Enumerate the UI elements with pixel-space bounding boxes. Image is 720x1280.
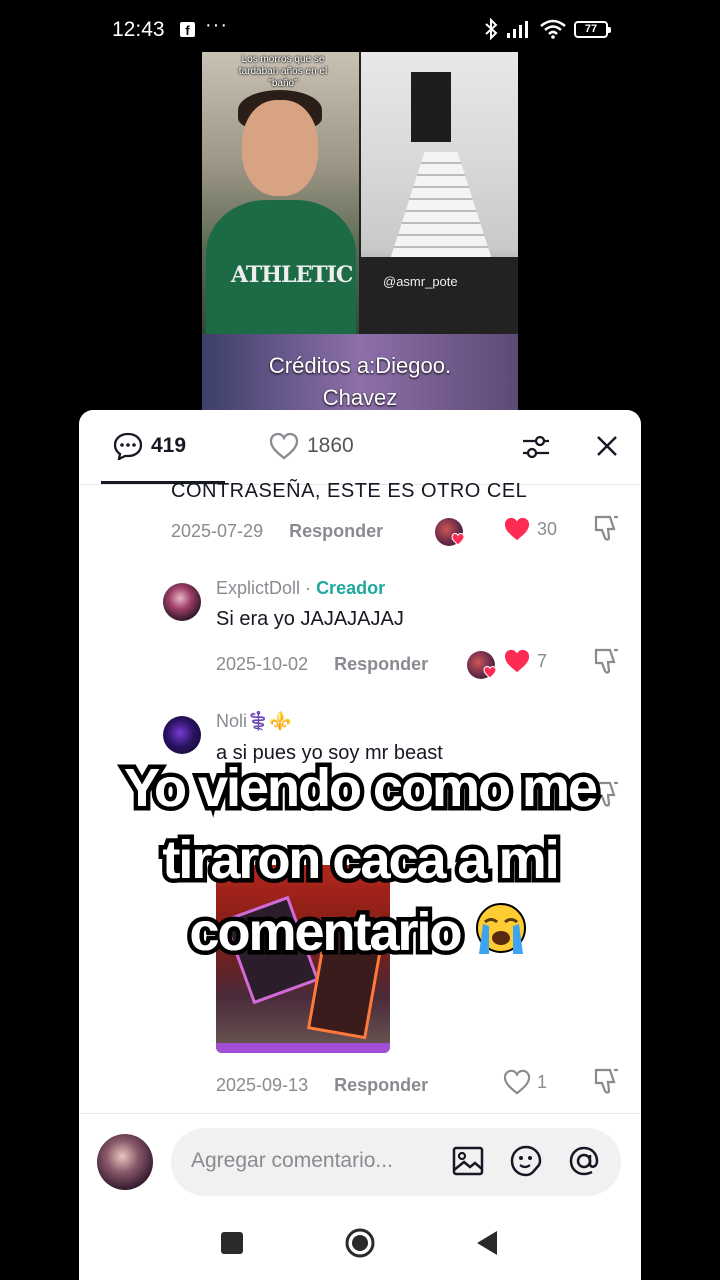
comment-text: CONTRASEÑA, ESTE ES OTRO CEL (171, 480, 528, 502)
recent-apps-icon[interactable] (220, 1231, 244, 1255)
like-button[interactable]: 7 (503, 648, 547, 674)
comment-date: 2025-09-13 (216, 1075, 309, 1095)
dislike-icon[interactable] (593, 647, 621, 675)
bluetooth-icon (485, 18, 498, 40)
my-avatar (97, 1134, 153, 1190)
comment-author[interactable]: Noli⚕️⚜️ (216, 711, 292, 732)
comment-meta: 2025-10-02 Responder (216, 654, 428, 675)
signal-icon (507, 21, 528, 38)
stairs-image (386, 152, 496, 272)
comment-count: 419 (151, 434, 187, 457)
person-shirt: ATHLETIC (206, 200, 356, 334)
sticker-icon[interactable] (509, 1144, 543, 1178)
caption-text: Yo viendo como me tiraron caca a mi come… (0, 752, 720, 968)
back-icon[interactable] (475, 1229, 499, 1257)
video-watermark: @asmr_pote (383, 274, 458, 289)
door-image (411, 72, 451, 142)
comment-input[interactable]: Agregar comentario... (171, 1128, 621, 1196)
heart-outline-icon (503, 1069, 531, 1095)
heart-outline-icon (269, 432, 299, 460)
comment-author[interactable]: ExplictDoll · Creador (216, 578, 385, 599)
more-notifications-icon: ··· (205, 14, 228, 36)
comment-like-count: 7 (537, 650, 548, 671)
tab-likes[interactable]: 1860 (269, 432, 354, 460)
comment-date: 2025-07-29 (171, 521, 264, 541)
video-overlay-text: Los morros que se tardaban años en el "b… (238, 54, 328, 89)
person-face (242, 100, 318, 196)
status-bar: 12:43 f ··· 77 (0, 0, 720, 60)
reply-button[interactable]: Responder (334, 654, 428, 675)
caption-line2: tiraron caca a mi (162, 830, 559, 890)
facebook-icon: f (180, 22, 195, 38)
system-nav-bar (79, 1203, 641, 1280)
heart-filled-icon (504, 517, 530, 541)
like-button[interactable]: 1 (503, 1069, 547, 1095)
avatar[interactable] (163, 716, 201, 754)
comment-like-count: 30 (537, 518, 558, 539)
avatar[interactable] (163, 583, 201, 621)
mention-icon[interactable] (567, 1144, 601, 1178)
video-credits: Créditos a:Diegoo. Chavez (202, 350, 518, 412)
crying-face-icon (475, 903, 526, 954)
video-player[interactable]: ATHLETIC Los morros que se tardaban años… (202, 52, 518, 412)
caption-line1: Yo viendo como me (123, 758, 598, 818)
creator-badge: Creador (316, 578, 386, 598)
comments-header: 419 1860 (79, 410, 641, 485)
caption-line3: comentario (189, 902, 462, 962)
tab-comments[interactable]: 419 (113, 432, 186, 460)
comment-input-placeholder: Agregar comentario... (191, 1149, 393, 1172)
filter-icon[interactable] (521, 432, 551, 462)
battery-indicator: 77 (574, 20, 611, 38)
clock: 12:43 (112, 18, 165, 41)
author-separator: · (305, 578, 312, 598)
comment-meta: 2025-07-29 Responder (171, 521, 383, 542)
treadmill-image (361, 257, 518, 334)
creator-heart-icon (451, 532, 465, 546)
comment-text: Si era yo JAJAJAJAJ (216, 608, 404, 630)
image-border (216, 1043, 390, 1053)
comment-meta: 2025-09-13 Responder (216, 1075, 428, 1096)
dislike-icon[interactable] (593, 514, 621, 542)
video-right-panel: @asmr_pote (361, 52, 518, 334)
close-icon[interactable] (593, 432, 621, 460)
like-button[interactable]: 30 (503, 516, 557, 542)
video-left-panel: ATHLETIC Los morros que se tardaban años… (202, 52, 359, 334)
credits-line2: Chavez (322, 385, 398, 410)
comment-input-bar: Agregar comentario... (79, 1113, 641, 1203)
dislike-icon[interactable] (593, 1067, 621, 1095)
reply-button[interactable]: Responder (289, 521, 383, 542)
credits-line1: Créditos a:Diegoo. (268, 353, 452, 378)
like-count: 1860 (307, 434, 354, 457)
comment-like-count: 1 (537, 1071, 548, 1092)
author-name: ExplictDoll (216, 578, 301, 598)
home-icon[interactable] (344, 1227, 376, 1259)
reply-button[interactable]: Responder (334, 1075, 428, 1096)
heart-filled-icon (504, 649, 530, 673)
creator-heart-icon (483, 665, 497, 679)
wifi-icon (540, 19, 566, 39)
image-icon[interactable] (451, 1144, 485, 1178)
comment-date: 2025-10-02 (216, 654, 309, 674)
comment-bubble-icon (113, 432, 143, 460)
